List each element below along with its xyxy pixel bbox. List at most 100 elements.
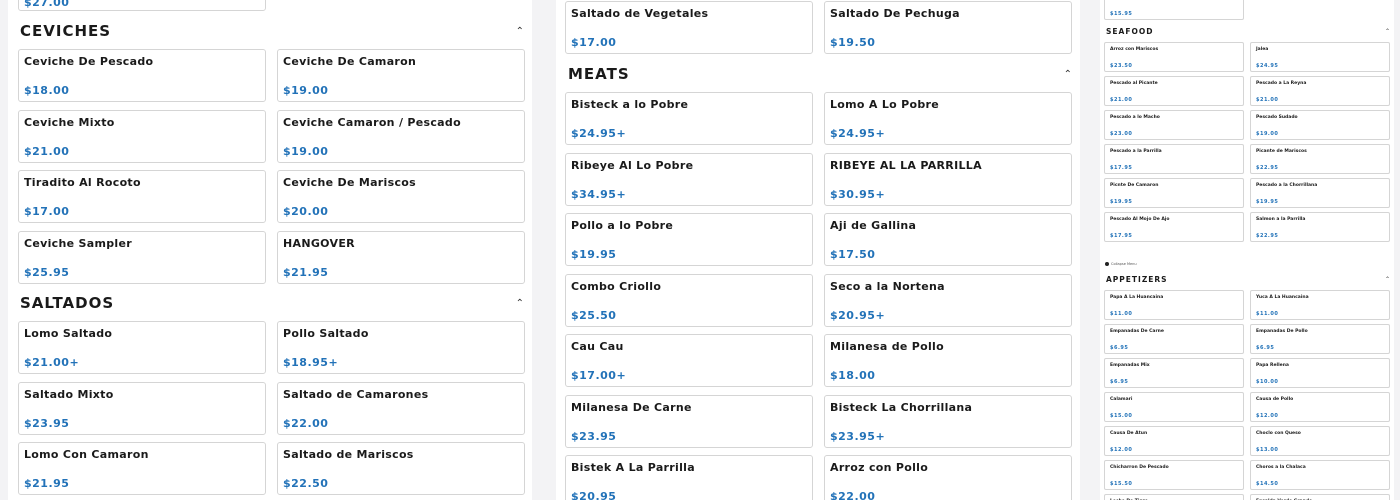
menu-item-card[interactable]: Pollo a lo Pobre $19.95	[565, 213, 813, 266]
menu-item-card[interactable]: $15.95	[1104, 0, 1244, 20]
menu-item-card[interactable]: Seco a la Nortena $20.95+	[824, 273, 1072, 327]
menu-item-card[interactable]: Ensalda Verde Grande	[1250, 494, 1390, 500]
menu-item-card[interactable]: Pollo Saltado $18.95+	[277, 321, 525, 374]
menu-item-card[interactable]: Pescado al Picante $21.00	[1104, 76, 1244, 106]
menu-item-price: $17.50	[830, 248, 876, 261]
menu-item-price: $18.95+	[283, 356, 339, 369]
menu-item-price: $10.00	[1256, 379, 1279, 385]
menu-item-card[interactable]: Causa De Atun $12.00	[1104, 426, 1244, 456]
menu-item-card[interactable]: Papa Rellena $10.00	[1250, 358, 1390, 388]
menu-item-card[interactable]: Ceviche Sampler $25.95	[18, 230, 266, 284]
menu-item-card[interactable]: Pescado a la Parrilla $17.95	[1104, 144, 1244, 174]
menu-item-name: Pescado al Picante	[1110, 81, 1158, 86]
menu-item-card[interactable]: Ceviche Mixto $21.00	[18, 109, 266, 163]
menu-item-name: Lomo Saltado	[24, 327, 113, 340]
menu-item-card[interactable]: Cau Cau $17.00+	[565, 334, 813, 387]
menu-item-name: Empanadas Mix	[1110, 363, 1150, 368]
chevron-up-icon[interactable]: ⌃	[1064, 69, 1080, 80]
menu-item-price: $17.00	[571, 36, 617, 49]
menu-item-name: Chicharron De Pescado	[1110, 465, 1169, 470]
menu-item-price: $21.00	[1110, 97, 1133, 103]
menu-item-card[interactable]: Pescado a La Reyna $21.00	[1250, 76, 1390, 106]
section-header-meats[interactable]: MEATS ⌃	[556, 62, 1080, 86]
menu-item-card[interactable]: Tiradito Al Rocoto $17.00	[18, 170, 266, 223]
menu-item-name: Choclo con Queso	[1256, 431, 1301, 436]
menu-item-card[interactable]: Empanadas De Pollo $6.95	[1250, 324, 1390, 354]
menu-item-card[interactable]: Bisteck a lo Pobre $24.95+	[565, 92, 813, 145]
chevron-up-icon[interactable]: ⌃	[1385, 28, 1394, 35]
collapse-menu-link[interactable]: Collapse Menu	[1105, 262, 1137, 266]
menu-item-card[interactable]: Choclo con Queso $13.00	[1250, 426, 1390, 456]
menu-item-card[interactable]: HANGOVER $21.95	[277, 230, 525, 284]
menu-item-card[interactable]: Choros a la Chalaca $14.50	[1250, 460, 1390, 490]
menu-item-price: $18.00	[24, 84, 70, 97]
menu-item-card[interactable]: Pescado a lo Macho $23.00	[1104, 110, 1244, 140]
section-header-seafood[interactable]: SEAFOOD ⌃	[1100, 24, 1394, 38]
menu-item-card[interactable]: Aji de Gallina $17.50	[824, 213, 1072, 266]
menu-item-card[interactable]: Leche De Tigre	[1104, 494, 1244, 500]
menu-item-card[interactable]: Pescado Sudado $19.00	[1250, 110, 1390, 140]
menu-item-card[interactable]: Calamari $15.00	[1104, 392, 1244, 422]
chevron-up-icon[interactable]: ⌃	[1385, 276, 1394, 283]
menu-item-price: $21.95	[283, 265, 329, 279]
menu-item-card[interactable]: Empanadas Mix $6.95	[1104, 358, 1244, 388]
menu-item-card[interactable]: Milanesa De Carne $23.95	[565, 394, 813, 448]
chevron-up-icon[interactable]: ⌃	[516, 26, 532, 37]
menu-item-card[interactable]: Ceviche De Camaron $19.00	[277, 49, 525, 102]
menu-item-card[interactable]: Yuca A La Huancaina $11.00	[1250, 290, 1390, 320]
menu-item-card[interactable]: Milanesa de Pollo $18.00	[824, 334, 1072, 387]
menu-item-card[interactable]: Pescado a la Chorrillana $19.95	[1250, 178, 1390, 208]
menu-item-card[interactable]: Arroz con Mariscos $23.50	[1104, 42, 1244, 72]
menu-item-name: Empanadas De Pollo	[1256, 329, 1308, 334]
menu-item-card[interactable]: Lomo A Lo Pobre $24.95+	[824, 92, 1072, 145]
menu-item-card[interactable]: Lomo Con Camaron $21.95	[18, 442, 266, 495]
menu-item-price: $25.50	[571, 308, 617, 322]
menu-item-card[interactable]: $27.00	[18, 0, 266, 11]
menu-item-price: $15.50	[1110, 481, 1133, 487]
menu-item-price: $12.00	[1110, 447, 1133, 453]
menu-item-card[interactable]: Jalea $24.95	[1250, 42, 1390, 72]
menu-item-card[interactable]: Lomo Saltado $21.00+	[18, 321, 266, 374]
menu-item-price: $23.95+	[830, 429, 886, 443]
menu-item-card[interactable]: Salmon a la Parrilla $22.95	[1250, 212, 1390, 242]
menu-item-card[interactable]: Ribeye Al Lo Pobre $34.95+	[565, 152, 813, 206]
menu-item-price: $19.95	[571, 248, 617, 261]
menu-item-price: $11.00	[1110, 311, 1133, 317]
menu-item-card[interactable]: Saltado Mixto $23.95	[18, 381, 266, 435]
menu-item-card[interactable]: Papa A La Huancaina $11.00	[1104, 290, 1244, 320]
menu-item-price: $22.00	[283, 416, 329, 430]
menu-item-price: $24.95+	[571, 127, 627, 140]
menu-item-card[interactable]: Pescado Al Mojo De Ajo $17.95	[1104, 212, 1244, 242]
menu-item-card[interactable]: Chicharron De Pescado $15.50	[1104, 460, 1244, 490]
section-header-appetizers[interactable]: APPETIZERS ⌃	[1100, 272, 1394, 286]
menu-item-price: $34.95+	[571, 187, 627, 201]
menu-item-card[interactable]: Causa de Pollo $12.00	[1250, 392, 1390, 422]
menu-item-card[interactable]: RIBEYE AL LA PARRILLA $30.95+	[824, 152, 1072, 206]
menu-item-card[interactable]: Picnte De Camaron $19.95	[1104, 178, 1244, 208]
menu-item-name: Bisteck La Chorrillana	[830, 400, 973, 414]
menu-item-card[interactable]: Saltado De Pechuga $19.50	[824, 1, 1072, 54]
menu-item-card[interactable]: Empanadas De Carne $6.95	[1104, 324, 1244, 354]
menu-item-card[interactable]: Picante de Mariscos $22.95	[1250, 144, 1390, 174]
menu-item-price: $21.95	[24, 477, 70, 490]
section-header-saltados[interactable]: SALTADOS ⌃	[8, 291, 532, 315]
menu-item-card[interactable]: Ceviche De Mariscos $20.00	[277, 170, 525, 223]
menu-item-card[interactable]: Bistek A La Parrilla $20.95	[565, 455, 813, 500]
menu-item-card[interactable]: Bisteck La Chorrillana $23.95+	[824, 394, 1072, 448]
section-header-ceviches[interactable]: CEVICHES ⌃	[8, 19, 532, 43]
menu-item-card[interactable]: Saltado de Mariscos $22.50	[277, 442, 525, 495]
menu-item-card[interactable]: Saltado de Camarones $22.00	[277, 381, 525, 435]
menu-item-price: $6.95	[1110, 379, 1129, 385]
menu-item-price: $19.00	[283, 84, 329, 97]
menu-item-card[interactable]: Combo Criollo $25.50	[565, 273, 813, 327]
menu-item-price: $19.00	[283, 144, 329, 158]
menu-item-card[interactable]: Saltado de Vegetales $17.00	[565, 1, 813, 54]
dot-icon	[1105, 262, 1109, 266]
menu-item-card[interactable]: Ceviche Camaron / Pescado $19.00	[277, 109, 525, 163]
menu-item-card[interactable]: Arroz con Pollo $22.00	[824, 455, 1072, 500]
menu-item-price: $22.50	[283, 477, 329, 490]
menu-item-price: $18.00	[830, 369, 876, 382]
menu-item-card[interactable]: Ceviche De Pescado $18.00	[18, 49, 266, 102]
chevron-up-icon[interactable]: ⌃	[516, 298, 532, 309]
menu-item-price: $21.00	[1256, 97, 1279, 103]
